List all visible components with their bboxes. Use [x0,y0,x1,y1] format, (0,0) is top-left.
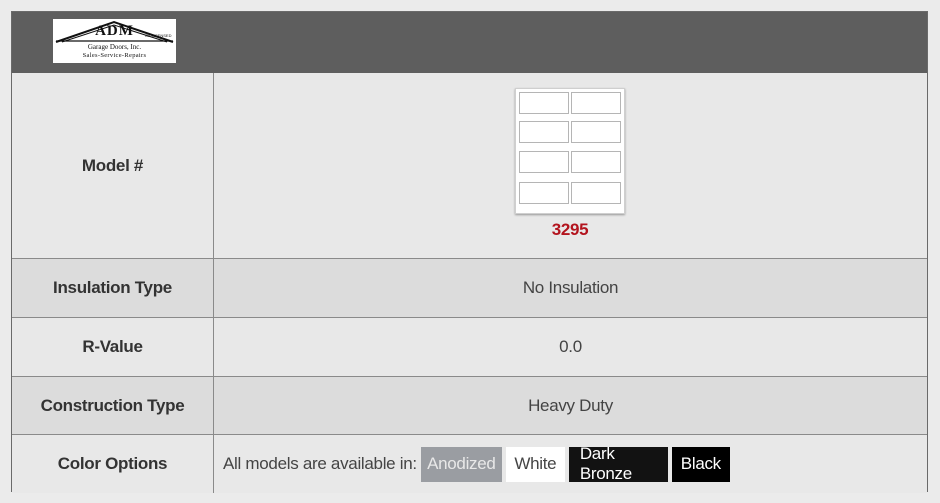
color-swatch-anodized[interactable]: Anodized [420,446,502,482]
door-panel [571,121,621,143]
color-swatch-white[interactable]: White [505,446,565,482]
model-value-cell: 3295 [214,73,927,258]
r-value-value: 0.0 [559,337,582,356]
row-r-value: R-Value 0.0 [12,317,927,376]
company-logo[interactable]: ADM CA LICENSED Garage Doors, Inc. Sales… [53,19,176,63]
door-panel [519,92,569,114]
door-panel [571,92,621,114]
row-color-options: Color Options All models are available i… [12,434,927,493]
logo-license: CA LICENSED [145,33,172,38]
product-spec-table: ADM CA LICENSED Garage Doors, Inc. Sales… [11,11,928,493]
row-model: Model # 3295 [12,73,927,258]
door-panel [519,182,569,204]
logo-company-name: Garage Doors, Inc. [87,43,142,51]
insulation-value: No Insulation [522,278,619,297]
model-number[interactable]: 3295 [515,220,625,240]
row-insulation: Insulation Type No Insulation [12,258,927,317]
color-swatch-black[interactable]: Black [671,446,730,482]
model-label: Model # [12,73,214,258]
color-swatch-dark-bronze[interactable]: Dark Bronze [568,444,668,483]
garage-door-image[interactable] [515,88,625,214]
availability-text: All models are available in: [223,454,417,473]
r-value-label: R-Value [12,318,214,376]
construction-label: Construction Type [12,377,214,434]
color-options-line: All models are available in: Anodized Wh… [223,444,734,483]
construction-value: Heavy Duty [528,395,613,415]
door-panel [519,151,569,173]
header-bar: ADM CA LICENSED Garage Doors, Inc. Sales… [12,12,927,73]
row-construction: Construction Type Heavy Duty [12,376,927,434]
door-panel [571,182,621,204]
door-panel [519,121,569,143]
color-options-cell: All models are available in: Anodized Wh… [214,435,927,493]
insulation-label: Insulation Type [12,259,214,317]
door-panel [571,151,621,173]
color-options-label: Color Options [12,435,214,493]
logo-tagline: Sales-Service-Repairs [82,52,147,59]
